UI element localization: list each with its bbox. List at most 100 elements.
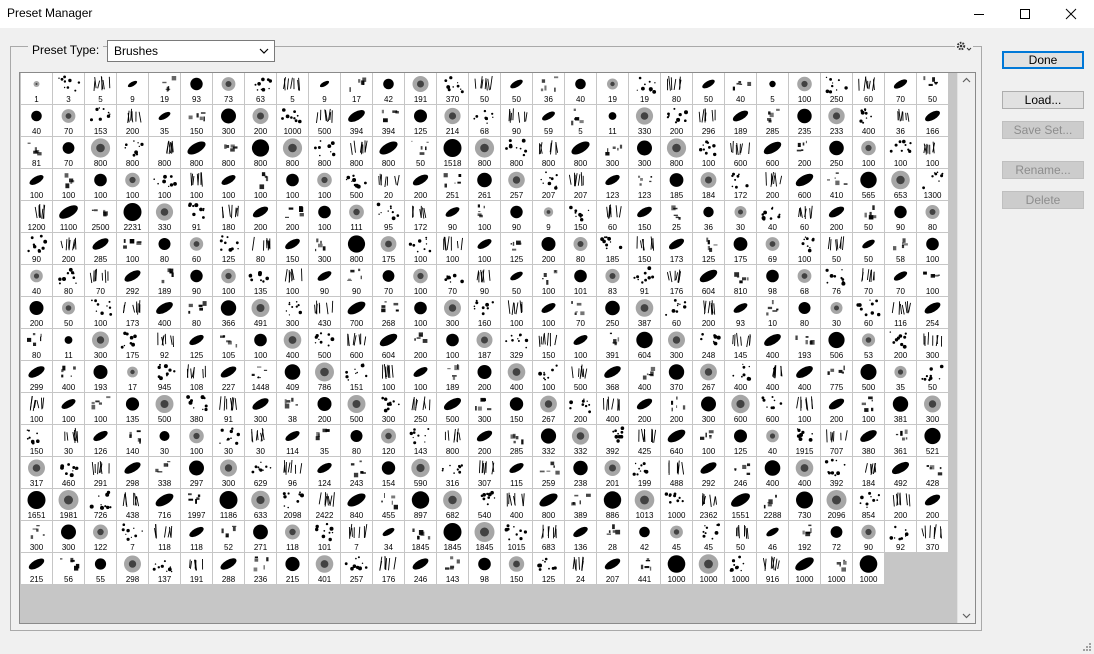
brush-preset-cell[interactable]: 100 <box>885 137 916 168</box>
brush-preset-cell[interactable]: 400 <box>725 361 756 392</box>
brush-preset-cell[interactable]: 60 <box>597 201 628 232</box>
brush-preset-cell[interactable]: 53 <box>853 329 884 360</box>
brush-preset-cell[interactable]: 600 <box>725 393 756 424</box>
brush-preset-cell[interactable]: 236 <box>245 553 276 584</box>
brush-preset-cell[interactable]: 200 <box>917 489 948 520</box>
scroll-up-icon[interactable] <box>962 77 971 83</box>
brush-preset-cell[interactable]: 80 <box>245 233 276 264</box>
brush-preset-cell[interactable]: 150 <box>181 105 212 136</box>
brush-preset-cell[interactable]: 185 <box>661 169 692 200</box>
brush-preset-cell[interactable]: 246 <box>405 553 436 584</box>
brush-preset-cell[interactable]: 1845 <box>405 521 436 552</box>
brush-preset-cell[interactable]: 93 <box>725 297 756 328</box>
brush-preset-cell[interactable]: 251 <box>437 169 468 200</box>
brush-preset-cell[interactable]: 683 <box>533 521 564 552</box>
brush-preset-cell[interactable]: 300 <box>693 393 724 424</box>
brush-preset-cell[interactable]: 145 <box>725 329 756 360</box>
brush-preset-cell[interactable]: 604 <box>693 265 724 296</box>
brush-preset-cell[interactable]: 100 <box>373 361 404 392</box>
brush-preset-cell[interactable]: 68 <box>789 265 820 296</box>
brush-preset-cell[interactable]: 5 <box>757 73 788 104</box>
brush-preset-cell[interactable]: 100 <box>533 361 564 392</box>
brush-preset-cell[interactable]: 80 <box>53 265 84 296</box>
brush-preset-cell[interactable]: 101 <box>309 521 340 552</box>
brush-preset-cell[interactable]: 945 <box>149 361 180 392</box>
brush-preset-cell[interactable]: 1997 <box>181 489 212 520</box>
brush-preset-cell[interactable]: 300 <box>437 297 468 328</box>
brush-preset-cell[interactable]: 300 <box>629 137 660 168</box>
brush-preset-cell[interactable]: 150 <box>21 425 52 456</box>
brush-preset-cell[interactable]: 172 <box>725 169 756 200</box>
brush-preset-cell[interactable]: 100 <box>53 169 84 200</box>
brush-preset-cell[interactable]: 92 <box>149 329 180 360</box>
brush-preset-cell[interactable]: 392 <box>597 425 628 456</box>
brush-preset-cell[interactable]: 100 <box>213 169 244 200</box>
brush-preset-cell[interactable]: 521 <box>917 425 948 456</box>
brush-preset-cell[interactable]: 50 <box>853 201 884 232</box>
brush-preset-cell[interactable]: 35 <box>149 105 180 136</box>
brush-preset-cell[interactable]: 1651 <box>21 489 52 520</box>
brush-preset-cell[interactable]: 200 <box>117 105 148 136</box>
brush-preset-cell[interactable]: 118 <box>181 521 212 552</box>
brush-preset-cell[interactable]: 70 <box>565 297 596 328</box>
brush-preset-cell[interactable]: 400 <box>53 361 84 392</box>
brush-preset-cell[interactable]: 11 <box>53 329 84 360</box>
brush-preset-cell[interactable]: 187 <box>469 329 500 360</box>
brush-preset-cell[interactable]: 800 <box>213 137 244 168</box>
brush-preset-cell[interactable]: 200 <box>277 201 308 232</box>
brush-preset-cell[interactable]: 42 <box>373 73 404 104</box>
brush-preset-cell[interactable]: 1000 <box>853 553 884 584</box>
brush-preset-cell[interactable]: 268 <box>373 297 404 328</box>
brush-preset-cell[interactable]: 175 <box>373 233 404 264</box>
brush-preset-cell[interactable]: 370 <box>437 73 468 104</box>
brush-preset-cell[interactable]: 175 <box>117 329 148 360</box>
brush-preset-cell[interactable]: 30 <box>53 425 84 456</box>
brush-preset-cell[interactable]: 50 <box>917 73 948 104</box>
brush-preset-cell[interactable]: 1015 <box>501 521 532 552</box>
brush-preset-cell[interactable]: 455 <box>373 489 404 520</box>
brush-preset-cell[interactable]: 173 <box>661 233 692 264</box>
brush-preset-cell[interactable]: 1000 <box>789 553 820 584</box>
brush-preset-cell[interactable]: 800 <box>149 137 180 168</box>
brush-preset-cell[interactable]: 10 <box>757 297 788 328</box>
brush-preset-cell[interactable]: 175 <box>725 233 756 264</box>
brush-preset-cell[interactable]: 35 <box>885 361 916 392</box>
brush-preset-cell[interactable]: 192 <box>789 521 820 552</box>
brush-preset-cell[interactable]: 775 <box>821 361 852 392</box>
brush-preset-cell[interactable]: 392 <box>821 457 852 488</box>
brush-preset-cell[interactable]: 5 <box>277 73 308 104</box>
brush-preset-cell[interactable]: 366 <box>213 297 244 328</box>
brush-preset-cell[interactable]: 200 <box>885 489 916 520</box>
brush-preset-cell[interactable]: 1981 <box>53 489 84 520</box>
brush-preset-cell[interactable]: 184 <box>693 169 724 200</box>
brush-preset-cell[interactable]: 250 <box>597 297 628 328</box>
brush-preset-cell[interactable]: 59 <box>533 105 564 136</box>
brush-preset-cell[interactable]: 83 <box>597 265 628 296</box>
brush-preset-cell[interactable]: 115 <box>501 457 532 488</box>
brush-preset-cell[interactable]: 200 <box>661 393 692 424</box>
brush-preset-cell[interactable]: 800 <box>501 137 532 168</box>
brush-preset-cell[interactable]: 361 <box>885 425 916 456</box>
brush-preset-cell[interactable]: 150 <box>629 233 660 264</box>
load-button[interactable]: Load... <box>1002 91 1084 109</box>
brush-preset-cell[interactable]: 300 <box>245 393 276 424</box>
brush-preset-cell[interactable]: 124 <box>309 457 340 488</box>
brush-preset-cell[interactable]: 90 <box>501 105 532 136</box>
brush-preset-cell[interactable]: 800 <box>181 137 212 168</box>
brush-preset-cell[interactable]: 300 <box>597 137 628 168</box>
brush-preset-cell[interactable]: 30 <box>245 425 276 456</box>
brush-preset-cell[interactable]: 80 <box>149 233 180 264</box>
brush-preset-cell[interactable]: 1013 <box>629 489 660 520</box>
brush-preset-cell[interactable]: 409 <box>277 361 308 392</box>
brush-preset-cell[interactable]: 17 <box>341 73 372 104</box>
brush-preset-cell[interactable]: 150 <box>501 393 532 424</box>
brush-preset-cell[interactable]: 36 <box>693 201 724 232</box>
scroll-down-icon[interactable] <box>962 613 971 619</box>
brush-preset-cell[interactable]: 34 <box>373 521 404 552</box>
brush-preset-cell[interactable]: 100 <box>501 297 532 328</box>
brush-preset-cell[interactable]: 36 <box>533 73 564 104</box>
brush-preset-cell[interactable]: 90 <box>501 201 532 232</box>
brush-preset-cell[interactable]: 100 <box>469 233 500 264</box>
brush-preset-cell[interactable]: 604 <box>629 329 660 360</box>
brush-preset-cell[interactable]: 63 <box>245 73 276 104</box>
